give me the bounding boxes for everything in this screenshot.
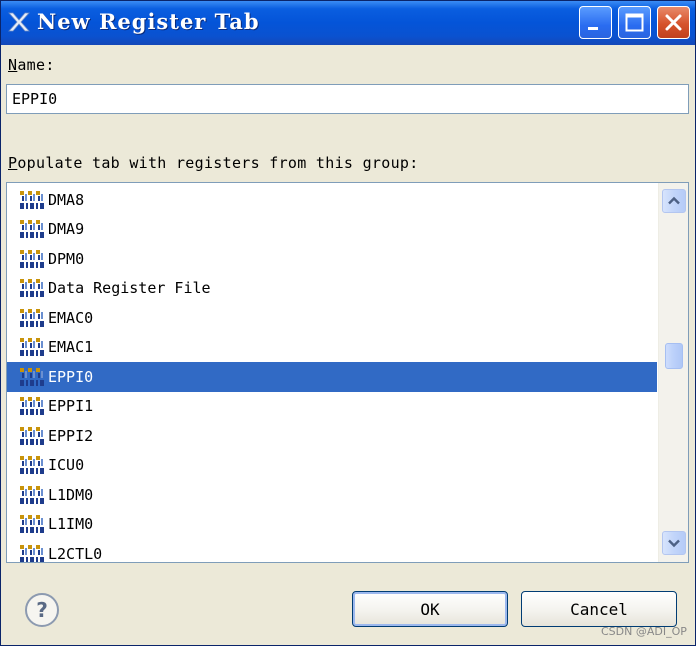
register-group-icon	[20, 220, 44, 239]
name-label: Name:	[8, 56, 55, 74]
register-group-list[interactable]: DMA8 DMA9 DPM0 Data Register File EMAC0 …	[6, 182, 689, 563]
register-group-icon	[20, 515, 44, 534]
list-item-label: EPPI2	[48, 426, 94, 445]
ok-button[interactable]: OK	[352, 591, 508, 627]
list-item-label: L1DM0	[48, 485, 94, 504]
list-item[interactable]: EPPI2	[7, 421, 657, 451]
close-button[interactable]	[657, 6, 690, 39]
name-label-text: ame:	[17, 56, 55, 74]
register-group-icon	[20, 367, 44, 386]
list-item-selected[interactable]: EPPI0	[7, 362, 657, 392]
list-item[interactable]: L1IM0	[7, 510, 657, 540]
new-register-tab-dialog: New Register Tab Name: Populate tab with…	[0, 0, 696, 646]
list-item[interactable]: Data Register File	[7, 274, 657, 304]
window-title: New Register Tab	[37, 9, 260, 34]
list-item[interactable]: DMA8	[7, 185, 657, 215]
close-icon	[665, 14, 682, 31]
list-item-label: ICU0	[48, 456, 85, 475]
list-scrollbar[interactable]	[658, 183, 688, 562]
register-group-list-items: DMA8 DMA9 DPM0 Data Register File EMAC0 …	[7, 185, 657, 563]
list-item-label: L2CTL0	[48, 544, 103, 563]
list-item-label: Data Register File	[48, 279, 211, 298]
register-group-icon	[20, 279, 44, 298]
list-item-label: L1IM0	[48, 515, 94, 534]
register-group-icon	[20, 308, 44, 327]
group-label-text: opulate tab with registers from this gro…	[17, 154, 419, 172]
name-input[interactable]	[6, 84, 689, 114]
name-label-mnemonic: N	[8, 56, 18, 74]
scroll-down-button[interactable]	[662, 531, 686, 555]
svg-text:?: ?	[36, 598, 48, 622]
maximize-icon	[625, 13, 644, 32]
list-item-label: EMAC0	[48, 308, 94, 327]
list-item-label: EMAC1	[48, 338, 94, 357]
list-item-label: EPPI0	[48, 367, 94, 386]
register-group-icon	[20, 426, 44, 445]
list-item-label: DMA9	[48, 220, 85, 239]
register-group-icon	[20, 397, 44, 416]
watermark: CSDN @ADI_OP	[601, 625, 687, 638]
scroll-up-button[interactable]	[662, 189, 686, 213]
list-item[interactable]: ICU0	[7, 451, 657, 481]
chevron-up-icon	[668, 196, 680, 205]
group-label-mnemonic: P	[8, 154, 18, 172]
register-group-icon	[20, 338, 44, 357]
maximize-button[interactable]	[618, 6, 651, 39]
list-item[interactable]: DMA9	[7, 215, 657, 245]
list-item[interactable]: L2CTL0	[7, 539, 657, 563]
register-group-icon	[20, 456, 44, 475]
list-item-label: DPM0	[48, 249, 85, 268]
title-bar[interactable]: New Register Tab	[1, 1, 695, 45]
cancel-button[interactable]: Cancel	[521, 591, 677, 627]
chevron-down-icon	[668, 539, 680, 548]
app-icon	[8, 12, 30, 32]
list-item[interactable]: L1DM0	[7, 480, 657, 510]
group-list-label: Populate tab with registers from this gr…	[8, 154, 419, 172]
list-item[interactable]: EPPI1	[7, 392, 657, 422]
register-group-icon	[20, 544, 44, 562]
scroll-thumb[interactable]	[665, 343, 683, 369]
register-group-icon	[20, 190, 44, 209]
help-icon[interactable]: ?	[23, 591, 61, 629]
list-item[interactable]: EMAC0	[7, 303, 657, 333]
list-item-label: EPPI1	[48, 397, 94, 416]
list-item[interactable]: DPM0	[7, 244, 657, 274]
list-item[interactable]: EMAC1	[7, 333, 657, 363]
register-group-icon	[20, 249, 44, 268]
minimize-button[interactable]	[579, 6, 612, 39]
minimize-icon	[588, 27, 598, 30]
list-item-label: DMA8	[48, 190, 85, 209]
register-group-icon	[20, 485, 44, 504]
